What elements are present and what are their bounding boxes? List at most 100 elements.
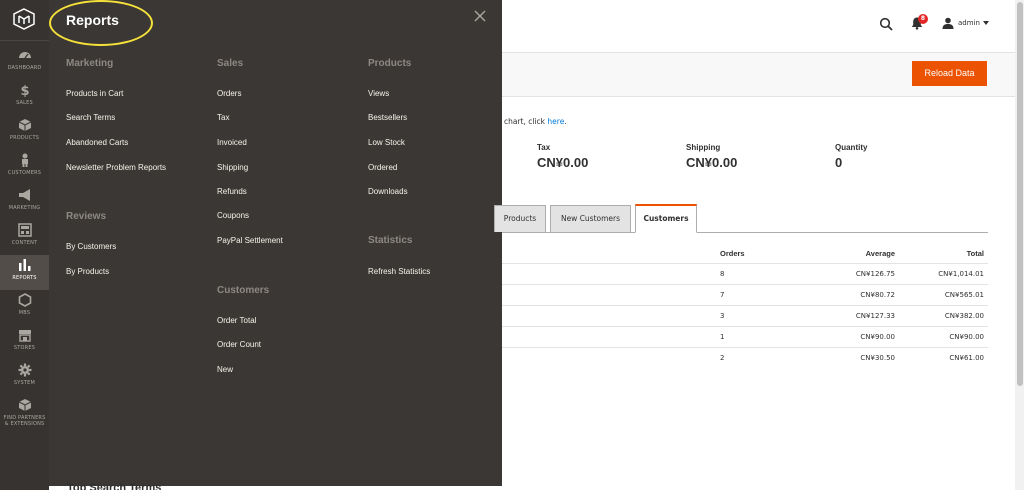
link-orders[interactable]: Orders bbox=[217, 89, 241, 98]
megaphone-icon bbox=[18, 189, 30, 201]
totals-label-quantity: Quantity bbox=[835, 143, 868, 152]
nav-item-dashboard[interactable]: DASHBOARD bbox=[0, 45, 49, 80]
link-refresh-statistics[interactable]: Refresh Statistics bbox=[368, 267, 430, 276]
magento-logo-icon[interactable] bbox=[12, 8, 36, 30]
totals-value-tax: CN¥0.00 bbox=[537, 155, 589, 170]
link-products-in-cart[interactable]: Products in Cart bbox=[66, 89, 123, 98]
nav-item-reports[interactable]: REPORTS bbox=[0, 255, 49, 290]
group-heading-marketing: Marketing bbox=[66, 58, 114, 69]
link-by-customers[interactable]: By Customers bbox=[66, 242, 116, 251]
link-abandoned-carts[interactable]: Abandoned Carts bbox=[66, 138, 128, 147]
link-views[interactable]: Views bbox=[368, 89, 389, 98]
nav-label: STORES bbox=[13, 345, 36, 351]
cell-total: CN¥1,014.01 bbox=[938, 270, 984, 278]
cell-orders: 2 bbox=[720, 354, 725, 362]
cell-average: CN¥90.00 bbox=[860, 333, 895, 341]
dashboard-icon bbox=[18, 52, 31, 59]
close-icon[interactable] bbox=[474, 10, 486, 22]
cell-total: CN¥90.00 bbox=[949, 333, 984, 341]
nav-label: REPORTS bbox=[12, 275, 37, 281]
link-newsletter-problem-reports[interactable]: Newsletter Problem Reports bbox=[66, 163, 166, 172]
section-heading-top-search-terms: Top Search Terms bbox=[67, 482, 162, 490]
nav-item-sales[interactable]: $ SALES bbox=[0, 80, 49, 115]
link-shipping[interactable]: Shipping bbox=[217, 163, 248, 172]
search-icon[interactable] bbox=[879, 17, 893, 31]
tab-products[interactable]: Products bbox=[494, 205, 546, 232]
column-header-total: Total bbox=[966, 249, 984, 258]
group-heading-sales: Sales bbox=[217, 58, 244, 69]
chart-message-period: . bbox=[564, 117, 567, 126]
nav-item-content[interactable]: CONTENT bbox=[0, 220, 49, 255]
link-invoiced[interactable]: Invoiced bbox=[217, 138, 247, 147]
cell-average: CN¥127.33 bbox=[855, 312, 895, 320]
nav-label: MARKETING bbox=[8, 205, 41, 211]
link-search-terms[interactable]: Search Terms bbox=[66, 113, 115, 122]
admin-sidebar: DASHBOARD $ SALES PRODUCTS CUSTOMERS MAR… bbox=[0, 0, 49, 490]
table-row-divider bbox=[502, 284, 988, 285]
chevron-down-icon[interactable] bbox=[983, 21, 989, 25]
nav-item-find-partners[interactable]: FIND PARTNERS & EXTENSIONS bbox=[0, 395, 49, 433]
tab-new-customers[interactable]: New Customers bbox=[550, 205, 631, 232]
table-row-divider bbox=[502, 347, 988, 348]
cell-orders: 1 bbox=[720, 333, 725, 341]
chart-message-text: chart, click bbox=[504, 117, 548, 126]
reload-data-button[interactable]: Reload Data bbox=[912, 61, 987, 86]
nav-divider bbox=[0, 40, 49, 41]
link-new[interactable]: New bbox=[217, 365, 233, 374]
table-row-divider bbox=[502, 263, 988, 264]
link-tax[interactable]: Tax bbox=[217, 113, 229, 122]
nav-label: FIND PARTNERS & EXTENSIONS bbox=[0, 415, 49, 427]
enable-chart-link[interactable]: here bbox=[547, 117, 564, 126]
group-heading-reviews: Reviews bbox=[66, 211, 107, 222]
tabs-divider bbox=[502, 232, 988, 233]
table-row-divider bbox=[502, 305, 988, 306]
nav-item-marketing[interactable]: MARKETING bbox=[0, 185, 49, 220]
cell-average: CN¥126.75 bbox=[855, 270, 895, 278]
link-downloads[interactable]: Downloads bbox=[368, 187, 408, 196]
link-order-total[interactable]: Order Total bbox=[217, 316, 256, 325]
hexagon-icon bbox=[18, 293, 31, 307]
nav-label: SALES bbox=[16, 100, 33, 106]
nav-label: SYSTEM bbox=[13, 380, 36, 386]
cell-total: CN¥382.00 bbox=[944, 312, 984, 320]
totals-value-shipping: CN¥0.00 bbox=[686, 155, 738, 170]
notification-badge: 8 bbox=[918, 14, 928, 24]
column-header-average: Average bbox=[865, 249, 895, 258]
nav-label: MBS bbox=[18, 310, 31, 316]
nav-item-stores[interactable]: STORES bbox=[0, 325, 49, 360]
nav-item-customers[interactable]: CUSTOMERS bbox=[0, 150, 49, 185]
admin-user-name[interactable]: admin bbox=[958, 19, 980, 27]
nav-item-mbs[interactable]: MBS bbox=[0, 290, 49, 325]
nav-item-system[interactable]: SYSTEM bbox=[0, 360, 49, 395]
link-bestsellers[interactable]: Bestsellers bbox=[368, 113, 407, 122]
title-highlight-circle bbox=[49, 0, 153, 46]
nav-item-products[interactable]: PRODUCTS bbox=[0, 115, 49, 150]
nav-label-line2: & EXTENSIONS bbox=[4, 421, 45, 427]
person-icon bbox=[21, 153, 28, 167]
cell-total: CN¥565.01 bbox=[944, 291, 984, 299]
link-paypal-settlement[interactable]: PayPal Settlement bbox=[217, 236, 283, 245]
scrollbar-thumb[interactable] bbox=[1017, 2, 1023, 386]
totals-label-shipping: Shipping bbox=[686, 143, 721, 152]
store-icon bbox=[18, 330, 31, 342]
link-low-stock[interactable]: Low Stock bbox=[368, 138, 405, 147]
cell-orders: 8 bbox=[720, 270, 725, 278]
link-coupons[interactable]: Coupons bbox=[217, 211, 249, 220]
cell-orders: 7 bbox=[720, 291, 725, 299]
link-ordered[interactable]: Ordered bbox=[368, 163, 397, 172]
dollar-icon: $ bbox=[20, 84, 29, 97]
tab-customers[interactable]: Customers bbox=[635, 204, 697, 233]
chart-disabled-message: chart, click here. bbox=[504, 117, 567, 126]
svg-text:$: $ bbox=[20, 84, 29, 97]
cell-orders: 3 bbox=[720, 312, 725, 320]
reports-submenu: Reports Marketing Products in Cart Searc… bbox=[49, 0, 502, 486]
table-row-divider bbox=[502, 326, 988, 327]
layout-icon bbox=[17, 223, 32, 237]
totals-value-quantity: 0 bbox=[835, 155, 843, 170]
link-by-products[interactable]: By Products bbox=[66, 267, 109, 276]
user-icon[interactable] bbox=[942, 17, 954, 29]
column-header-orders: Orders bbox=[720, 249, 745, 258]
link-order-count[interactable]: Order Count bbox=[217, 340, 261, 349]
cell-average: CN¥80.72 bbox=[860, 291, 895, 299]
link-refunds[interactable]: Refunds bbox=[217, 187, 247, 196]
